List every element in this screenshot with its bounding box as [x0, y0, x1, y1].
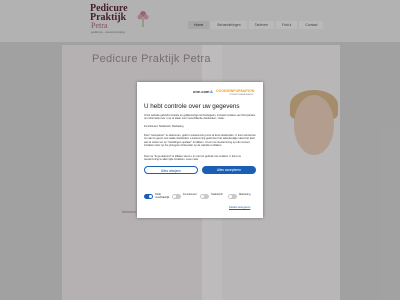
brand-partner: COOKIEINFORMATION: [216, 89, 255, 93]
cookie-consent-dialog: one.com & COOKIEINFORMATION CONSENT MANA…: [137, 82, 263, 218]
consent-readmore-text[interactable]: Door op "Ik ga akkoord" te klikken stemt…: [144, 155, 256, 162]
toggle-marketing[interactable]: [228, 194, 237, 199]
brand-subtitle: CONSENT MANAGEMENT: [229, 94, 254, 96]
toggle-functional[interactable]: [172, 194, 181, 199]
consent-intro-text: Onze website gebruikt cookies en gelijks…: [144, 114, 256, 121]
option-label: Functioneel: [183, 193, 197, 196]
accept-all-button[interactable]: Alles accepteren: [202, 166, 256, 174]
details-link[interactable]: Details weergeven: [229, 206, 250, 209]
consent-purposes-text: Functioneel, Statistisch, Marketing: [144, 125, 184, 128]
brand-ampersand: &: [210, 89, 213, 94]
option-label: Strikt noodzakelijk: [155, 193, 170, 199]
consent-brand: one.com & COOKIEINFORMATION CONSENT MANA…: [193, 89, 259, 99]
consent-title: U hebt controle over uw gegevens: [144, 103, 240, 110]
option-label: Statistisch: [211, 193, 223, 196]
deny-all-button[interactable]: Alles afwijzen: [144, 166, 198, 174]
consent-options: Strikt noodzakelijk Functioneel Statisti…: [144, 192, 256, 201]
toggle-statistical[interactable]: [200, 194, 209, 199]
toggle-strictly-necessary: [144, 194, 153, 199]
option-label: Marketing: [239, 193, 251, 196]
consent-explanation-text: Door "accepteren" te selecteren, geeft u…: [144, 134, 256, 147]
brand-onecom: one.com: [193, 89, 210, 94]
